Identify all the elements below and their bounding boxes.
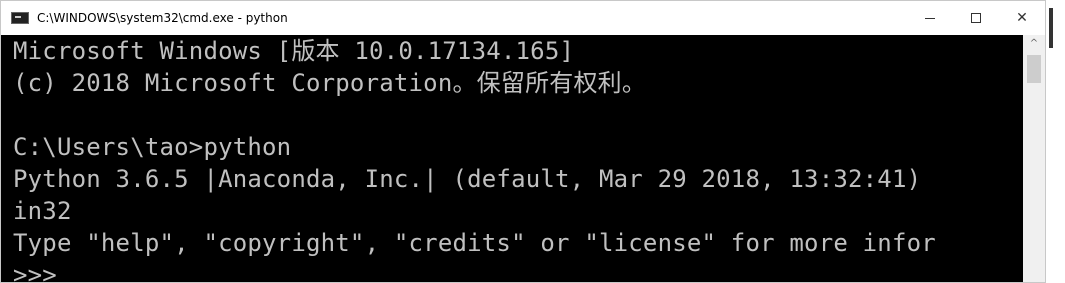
console-line: Python 3.6.5 |Anaconda, Inc.| (default, … <box>13 165 922 193</box>
console-output[interactable]: Microsoft Windows [版本 10.0.17134.165] (c… <box>1 35 1023 283</box>
title-bar[interactable]: C:\WINDOWS\system32\cmd.exe - python ✕ <box>1 1 1045 35</box>
scroll-up-button[interactable]: ^ <box>1023 35 1045 51</box>
chevron-up-icon: ^ <box>1029 37 1039 49</box>
scroll-thumb[interactable] <box>1027 55 1041 83</box>
window-title: C:\WINDOWS\system32\cmd.exe - python <box>37 11 288 25</box>
console-line: in32 <box>13 197 72 225</box>
console-line: (c) 2018 Microsoft Corporation。保留所有权利。 <box>13 69 647 97</box>
minimize-button[interactable] <box>907 1 953 35</box>
console-window: C:\WINDOWS\system32\cmd.exe - python ✕ M… <box>0 0 1046 283</box>
minimize-icon <box>925 17 935 19</box>
close-icon: ✕ <box>1016 10 1028 26</box>
maximize-button[interactable] <box>953 1 999 35</box>
vertical-scrollbar[interactable]: ^ <box>1023 35 1045 282</box>
console-line: Microsoft Windows [版本 10.0.17134.165] <box>13 37 575 65</box>
window-controls: ✕ <box>907 1 1045 35</box>
console-line: C:\Users\tao>python <box>13 133 292 161</box>
maximize-icon <box>971 13 981 23</box>
console-line: Type "help", "copyright", "credits" or "… <box>13 229 936 257</box>
console-prompt: >>> <box>13 261 57 283</box>
background-window-edge <box>1049 8 1053 48</box>
close-button[interactable]: ✕ <box>999 1 1045 35</box>
cmd-icon <box>11 12 29 24</box>
